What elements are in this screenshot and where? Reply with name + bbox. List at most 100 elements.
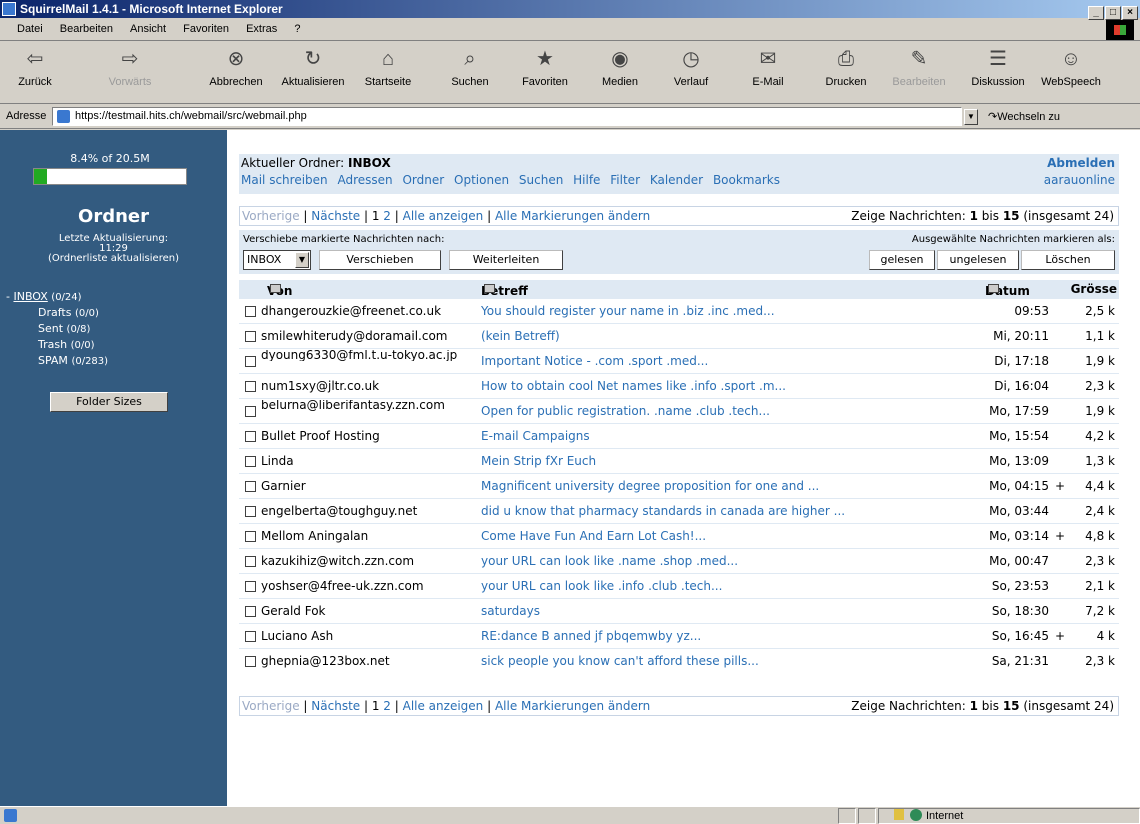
- media-button[interactable]: ◉ Medien: [594, 46, 646, 88]
- folder-trash[interactable]: Trash (0/0): [38, 338, 94, 351]
- message-subject[interactable]: E-mail Campaigns: [481, 429, 590, 443]
- table-row[interactable]: Mellom Aningalan Come Have Fun And Earn L…: [239, 523, 1119, 548]
- message-subject[interactable]: your URL can look like .name .shop .med.…: [481, 554, 738, 568]
- message-subject[interactable]: saturdays: [481, 604, 540, 618]
- sort-icon[interactable]: [270, 284, 281, 293]
- message-subject[interactable]: Magnificent university degree propositio…: [481, 479, 819, 493]
- print-button[interactable]: ⎙ Drucken: [818, 46, 874, 88]
- menu-calendar[interactable]: Kalender: [650, 173, 703, 187]
- mail-button[interactable]: ✉ E-Mail: [744, 46, 792, 88]
- next-link[interactable]: Nächste: [311, 209, 360, 223]
- show-all-link[interactable]: Alle anzeigen: [403, 209, 484, 223]
- message-subject[interactable]: sick people you know can't afford these …: [481, 654, 759, 668]
- table-row[interactable]: dhangerouzkie@freenet.co.uk You should re…: [239, 298, 1119, 323]
- menu-folders[interactable]: Ordner: [402, 173, 444, 187]
- menu-datei[interactable]: Datei: [17, 23, 43, 35]
- search-button[interactable]: ⌕ Suchen: [442, 46, 498, 88]
- stop-button[interactable]: ⊗ Abbrechen: [204, 46, 268, 88]
- message-checkbox[interactable]: [245, 581, 256, 592]
- message-subject[interactable]: Important Notice - .com .sport .med...: [481, 354, 708, 368]
- message-checkbox[interactable]: [245, 631, 256, 642]
- move-target-select[interactable]: INBOX ▼: [243, 250, 311, 270]
- table-row[interactable]: ghepnia@123box.net sick people you know c…: [239, 648, 1119, 673]
- table-row[interactable]: Bullet Proof Hosting E-mail Campaigns Mo, …: [239, 423, 1119, 448]
- menu-help[interactable]: ?: [294, 23, 300, 35]
- message-subject[interactable]: your URL can look like .info .club .tech…: [481, 579, 722, 593]
- table-row[interactable]: Garnier Magnificent university degree pro…: [239, 473, 1119, 498]
- message-subject[interactable]: (kein Betreff): [481, 329, 560, 343]
- mark-read-button[interactable]: gelesen: [869, 250, 935, 270]
- message-checkbox[interactable]: [245, 606, 256, 617]
- server-link[interactable]: aarauonline: [1044, 173, 1115, 187]
- menu-filter[interactable]: Filter: [610, 173, 640, 187]
- table-row[interactable]: num1sxy@jltr.co.uk How to obtain cool Net…: [239, 373, 1119, 398]
- menu-search[interactable]: Suchen: [519, 173, 563, 187]
- table-row[interactable]: belurna@liberifantasy.zzn.com Open for pu…: [239, 398, 1119, 423]
- refresh-folders-link[interactable]: (Ordnerliste aktualisieren): [0, 254, 227, 264]
- next-link[interactable]: Nächste: [311, 699, 360, 713]
- minimize-button[interactable]: _: [1088, 6, 1104, 20]
- folder-spam[interactable]: SPAM (0/283): [38, 354, 108, 367]
- menu-bookmarks[interactable]: Bookmarks: [713, 173, 780, 187]
- table-row[interactable]: Gerald Fok saturdays So, 18:30 7,2 k: [239, 598, 1119, 623]
- forward-button[interactable]: ⇨ Vorwärts: [100, 46, 160, 88]
- message-checkbox[interactable]: [245, 431, 256, 442]
- table-row[interactable]: yoshser@4free-uk.zzn.com your URL can loo…: [239, 573, 1119, 598]
- message-checkbox[interactable]: [245, 406, 256, 417]
- folder-sent[interactable]: Sent (0/8): [38, 322, 90, 335]
- menu-favoriten[interactable]: Favoriten: [183, 23, 229, 35]
- message-checkbox[interactable]: [245, 531, 256, 542]
- message-checkbox[interactable]: [245, 656, 256, 667]
- edit-button[interactable]: ✎ Bearbeiten: [888, 46, 950, 88]
- sort-icon[interactable]: [484, 284, 495, 293]
- message-subject[interactable]: Come Have Fun And Earn Lot Cash!...: [481, 529, 706, 543]
- folder-inbox[interactable]: - INBOX (0/24): [6, 290, 82, 303]
- toggle-all-link[interactable]: Alle Markierungen ändern: [495, 209, 650, 223]
- table-row[interactable]: Linda Mein Strip fXr Euch Mo, 13:09 1,3 k: [239, 448, 1119, 473]
- address-dropdown-button[interactable]: ▼: [964, 109, 978, 125]
- back-button[interactable]: ⇦ Zurück: [8, 46, 62, 88]
- message-subject[interactable]: You should register your name in .biz .i…: [481, 304, 775, 318]
- page-2-link[interactable]: 2: [383, 699, 391, 713]
- message-subject[interactable]: How to obtain cool Net names like .info …: [481, 379, 786, 393]
- page-1-link[interactable]: 1: [372, 209, 380, 223]
- menu-addresses[interactable]: Adressen: [337, 173, 392, 187]
- table-row[interactable]: Luciano Ash RE:dance B anned jf pbqemwby …: [239, 623, 1119, 648]
- message-subject[interactable]: Open for public registration. .name .clu…: [481, 404, 770, 418]
- message-checkbox[interactable]: [245, 481, 256, 492]
- refresh-button[interactable]: ↻ Aktualisieren: [276, 46, 350, 88]
- message-checkbox[interactable]: [245, 356, 256, 367]
- prev-link[interactable]: Vorherige: [242, 699, 300, 713]
- message-subject[interactable]: RE:dance B anned jf pbqemwby yz...: [481, 629, 701, 643]
- go-button[interactable]: ↷Wechseln zu: [988, 110, 1060, 123]
- history-button[interactable]: ◷ Verlauf: [664, 46, 718, 88]
- message-checkbox[interactable]: [245, 456, 256, 467]
- message-checkbox[interactable]: [245, 306, 256, 317]
- menu-extras[interactable]: Extras: [246, 23, 277, 35]
- close-button[interactable]: ×: [1122, 6, 1138, 20]
- sort-icon[interactable]: [988, 284, 999, 293]
- show-all-link[interactable]: Alle anzeigen: [403, 699, 484, 713]
- forward-button[interactable]: Weiterleiten: [449, 250, 563, 270]
- message-checkbox[interactable]: [245, 506, 256, 517]
- message-checkbox[interactable]: [245, 556, 256, 567]
- page-2-link[interactable]: 2: [383, 209, 391, 223]
- favorites-button[interactable]: ★ Favoriten: [514, 46, 576, 88]
- folder-drafts[interactable]: Drafts (0/0): [38, 306, 99, 319]
- table-row[interactable]: smilewhiterudy@doramail.com (kein Betreff…: [239, 323, 1119, 348]
- menu-options[interactable]: Optionen: [454, 173, 509, 187]
- signout-link[interactable]: Abmelden: [1047, 156, 1115, 170]
- menu-help[interactable]: Hilfe: [573, 173, 600, 187]
- menu-ansicht[interactable]: Ansicht: [130, 23, 166, 35]
- menu-compose[interactable]: Mail schreiben: [241, 173, 328, 187]
- maximize-button[interactable]: □: [1105, 6, 1121, 20]
- message-checkbox[interactable]: [245, 381, 256, 392]
- message-subject[interactable]: Mein Strip fXr Euch: [481, 454, 596, 468]
- discussion-button[interactable]: ☰ Diskussion: [966, 46, 1030, 88]
- mark-unread-button[interactable]: ungelesen: [937, 250, 1019, 270]
- move-button[interactable]: Verschieben: [319, 250, 441, 270]
- prev-link[interactable]: Vorherige: [242, 209, 300, 223]
- delete-button[interactable]: Löschen: [1021, 250, 1115, 270]
- table-row[interactable]: engelberta@toughguy.net did u know that p…: [239, 498, 1119, 523]
- table-row[interactable]: kazukihiz@witch.zzn.com your URL can look…: [239, 548, 1119, 573]
